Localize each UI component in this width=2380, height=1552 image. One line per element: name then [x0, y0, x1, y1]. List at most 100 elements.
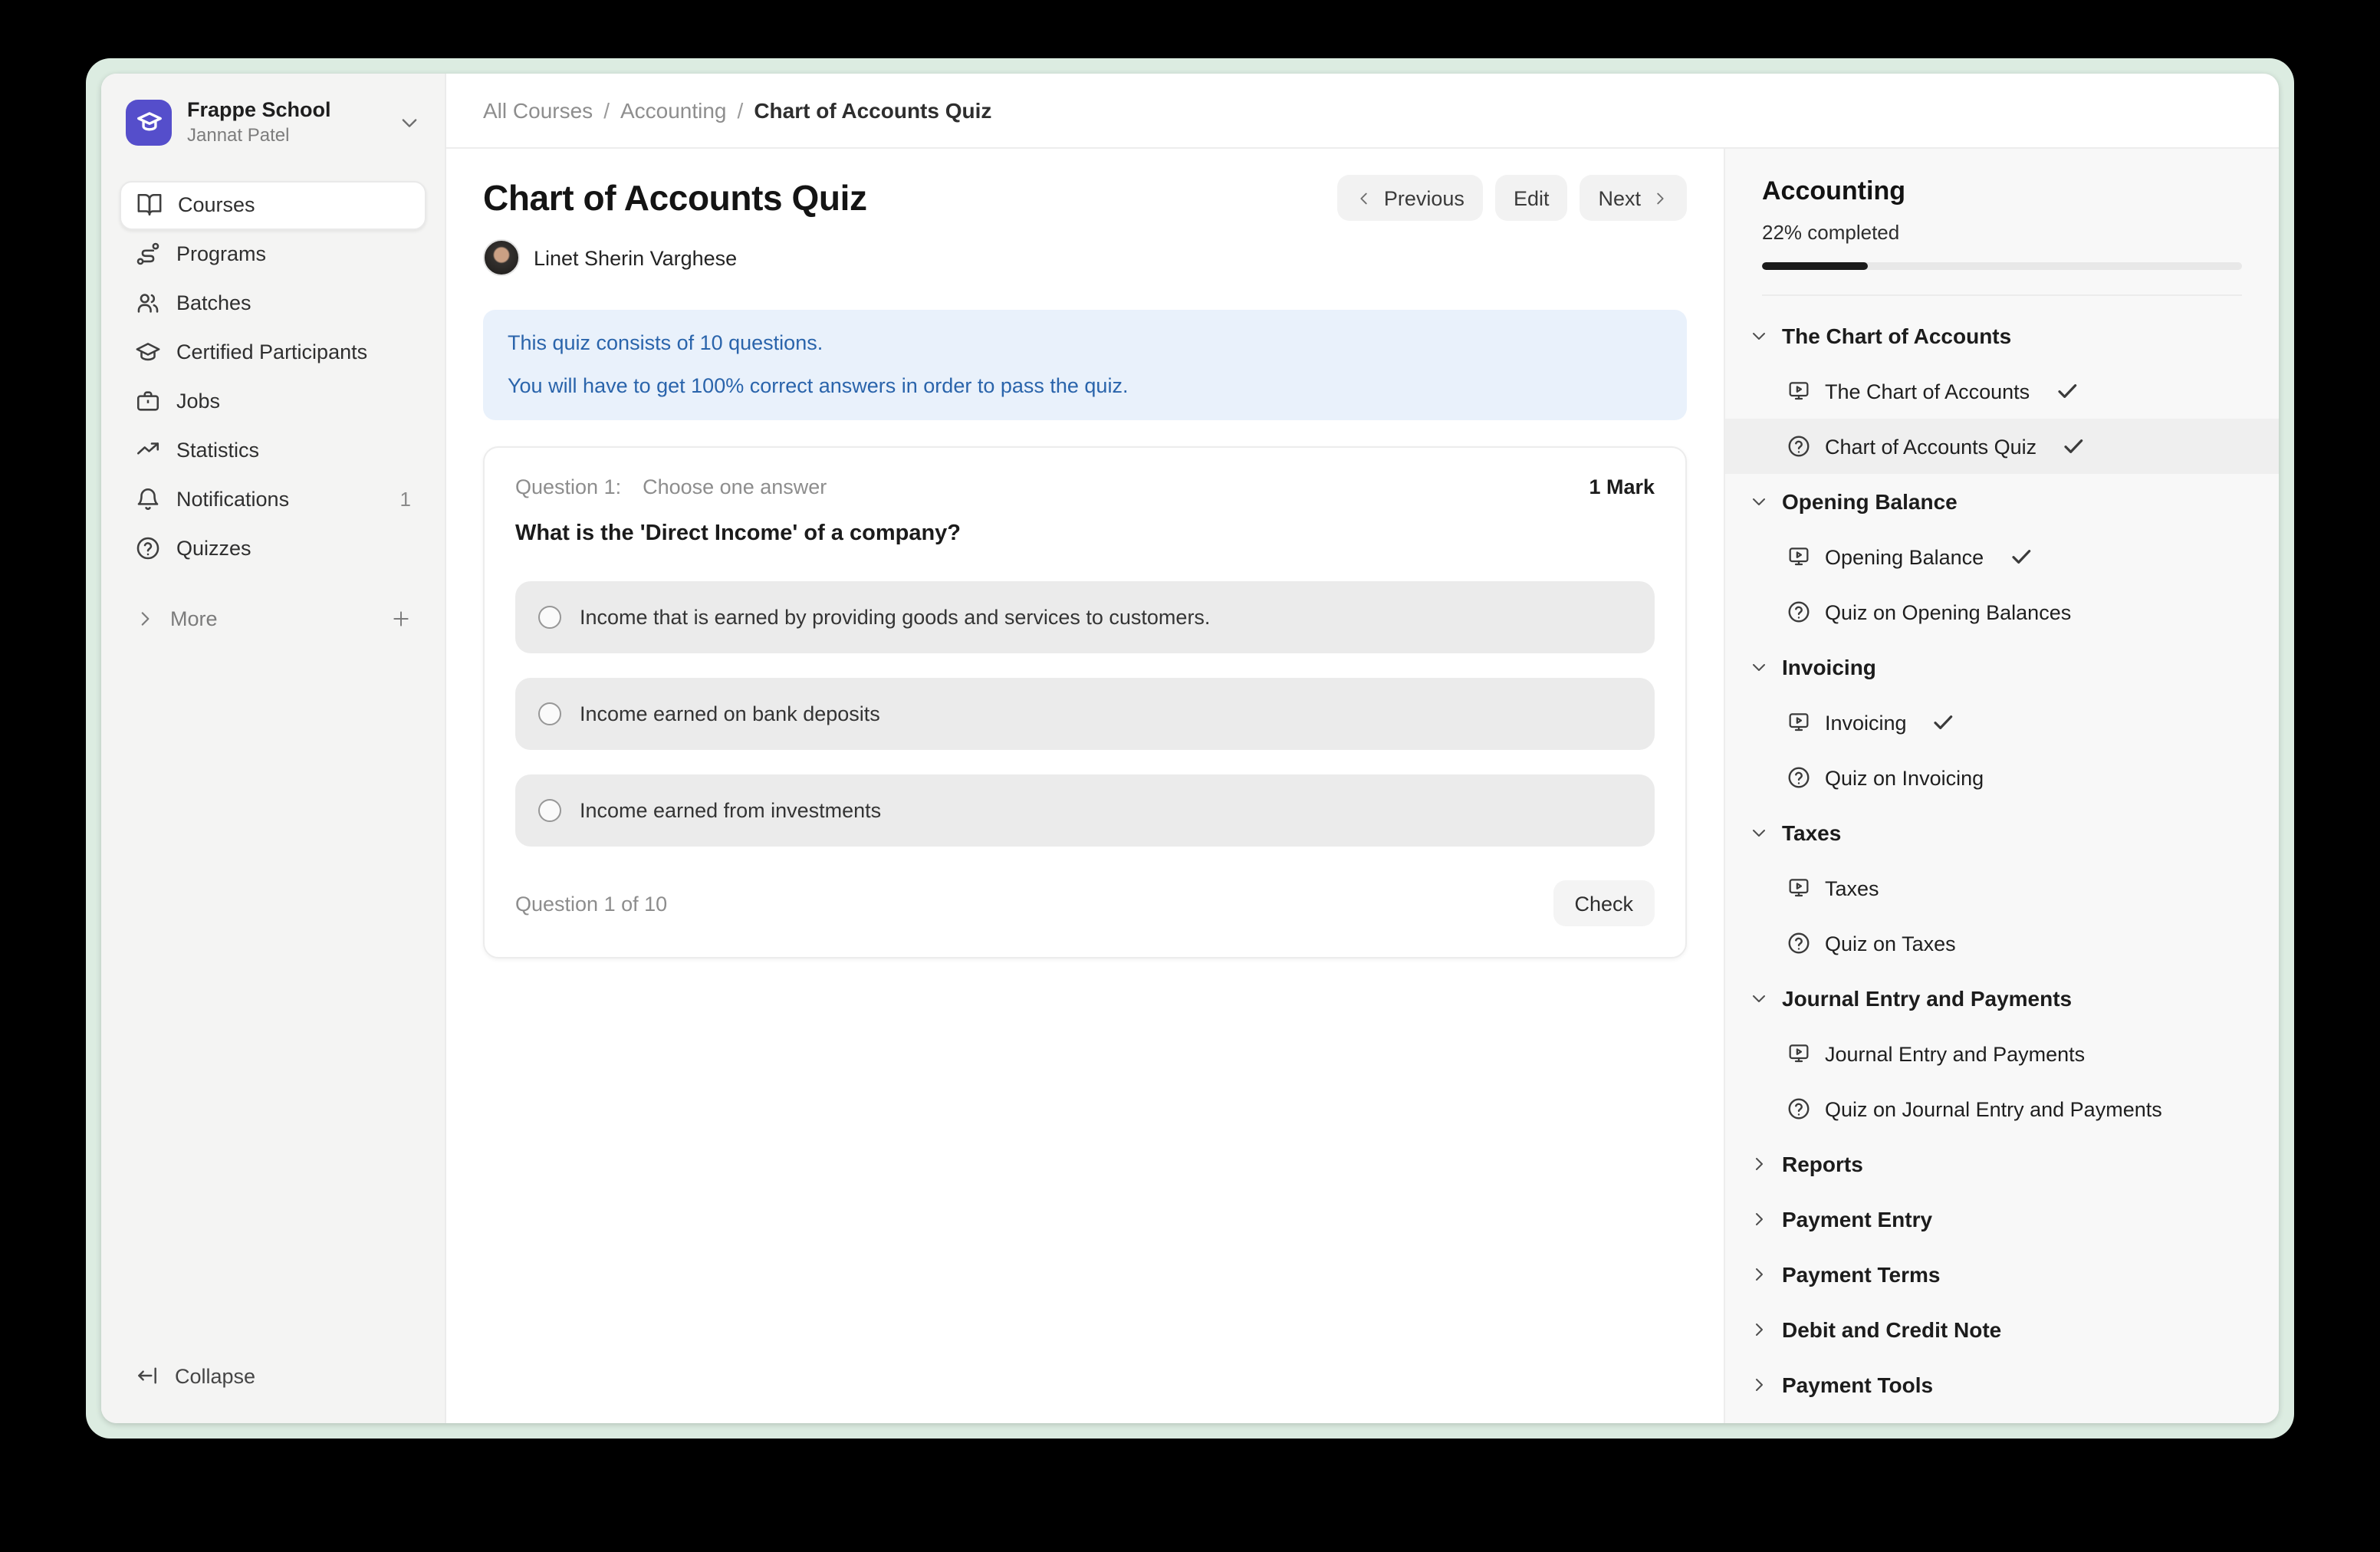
breadcrumb-separator: / — [738, 98, 744, 123]
previous-button[interactable]: Previous — [1338, 175, 1483, 221]
edit-button[interactable]: Edit — [1495, 175, 1568, 221]
lesson-label: Taxes — [1825, 876, 1879, 899]
more-label: More — [170, 608, 218, 631]
page-title: Chart of Accounts Quiz — [483, 177, 867, 219]
outline-section-payment-tools[interactable]: Payment Tools — [1725, 1357, 2279, 1412]
page-actions: Previous Edit Next — [1338, 175, 1687, 221]
radio-button[interactable] — [538, 703, 561, 726]
next-label: Next — [1598, 186, 1641, 209]
collapse-label: Collapse — [175, 1364, 255, 1387]
answer-option-1[interactable]: Income that is earned by providing goods… — [515, 582, 1655, 654]
help-circle-icon — [1787, 434, 1811, 459]
next-button[interactable]: Next — [1580, 175, 1687, 221]
outline-section-reports[interactable]: Reports — [1725, 1136, 2279, 1192]
chevron-down-icon — [399, 112, 420, 133]
question-instruction: Choose one answer — [643, 476, 827, 499]
outline-quiz[interactable]: Quiz on Taxes — [1725, 916, 2279, 971]
sidebar-item-notifications[interactable]: Notifications 1 — [120, 475, 426, 524]
question-text: What is the 'Direct Income' of a company… — [515, 522, 1655, 547]
section-title: Payment Entry — [1782, 1207, 1932, 1231]
lesson-icon — [1787, 544, 1811, 569]
breadcrumb-current: Chart of Accounts Quiz — [754, 98, 991, 123]
outline-lesson[interactable]: Invoicing — [1725, 695, 2279, 750]
sidebar-item-label: Notifications — [176, 488, 289, 511]
title-row: Chart of Accounts Quiz Previous Edit — [483, 175, 1687, 221]
lesson-icon — [1787, 1041, 1811, 1066]
lesson-label: Journal Entry and Payments — [1825, 1042, 2085, 1065]
outline-section-journal-entry[interactable]: Journal Entry and Payments — [1725, 971, 2279, 1026]
question-card: Question 1: Choose one answer 1 Mark Wha… — [483, 447, 1687, 959]
outline-section-payment-terms[interactable]: Payment Terms — [1725, 1247, 2279, 1302]
outline-section-invoicing[interactable]: Invoicing — [1725, 640, 2279, 695]
outline-quiz[interactable]: Quiz on Journal Entry and Payments — [1725, 1081, 2279, 1136]
outline-lesson[interactable]: Taxes — [1725, 860, 2279, 916]
outline-section-chart-of-accounts[interactable]: The Chart of Accounts — [1725, 308, 2279, 363]
radio-button[interactable] — [538, 800, 561, 823]
check-icon — [2061, 434, 2086, 459]
sidebar-item-programs[interactable]: Programs — [120, 230, 426, 279]
sidebar-collapse-button[interactable]: Collapse — [120, 1353, 426, 1399]
sidebar-item-courses[interactable]: Courses — [120, 181, 426, 230]
chevron-down-icon — [1750, 327, 1768, 345]
outline-section-debit-credit-note[interactable]: Debit and Credit Note — [1725, 1302, 2279, 1357]
app-window: Frappe School Jannat Patel Courses Progr… — [86, 58, 2294, 1439]
outline-section-taxes[interactable]: Taxes — [1725, 805, 2279, 860]
chevron-right-icon — [1652, 189, 1668, 206]
outline-quiz[interactable]: Quiz on Invoicing — [1725, 750, 2279, 805]
breadcrumb: All Courses / Accounting / Chart of Acco… — [446, 74, 2279, 149]
section-title: Opening Balance — [1782, 489, 1958, 514]
quiz-notice-banner: This quiz consists of 10 questions. You … — [483, 310, 1687, 421]
outline-lesson[interactable]: Opening Balance — [1725, 529, 2279, 584]
sidebar-item-statistics[interactable]: Statistics — [120, 426, 426, 475]
sidebar-item-label: Batches — [176, 292, 251, 315]
notice-line-2: You will have to get 100% correct answer… — [508, 373, 1662, 400]
sidebar-item-quizzes[interactable]: Quizzes — [120, 524, 426, 574]
chevron-right-icon — [1750, 1376, 1768, 1394]
answer-option-label: Income earned from investments — [580, 800, 881, 823]
answer-option-label: Income earned on bank deposits — [580, 703, 880, 726]
plus-icon[interactable] — [391, 610, 411, 630]
check-icon — [1931, 710, 1956, 735]
answer-option-2[interactable]: Income earned on bank deposits — [515, 679, 1655, 751]
frappe-school-logo — [126, 100, 172, 146]
outline-lesson[interactable]: Journal Entry and Payments — [1725, 1026, 2279, 1081]
users-icon — [135, 291, 161, 317]
breadcrumb-accounting[interactable]: Accounting — [620, 98, 727, 123]
sidebar-item-certified-participants[interactable]: Certified Participants — [120, 328, 426, 377]
quiz-label: Quiz on Opening Balances — [1825, 600, 2071, 623]
route-icon — [135, 242, 161, 268]
main-column: All Courses / Accounting / Chart of Acco… — [446, 74, 2279, 1423]
chevron-right-icon — [1750, 1210, 1768, 1228]
outline-lesson[interactable]: The Chart of Accounts — [1725, 363, 2279, 419]
collapse-sidebar-icon — [135, 1363, 159, 1388]
question-footer: Question 1 of 10 Check — [515, 881, 1655, 927]
section-title: Payment Terms — [1782, 1262, 1940, 1287]
outline-section-opening-balance[interactable]: Opening Balance — [1725, 474, 2279, 529]
help-circle-icon — [1787, 931, 1811, 955]
question-number-label: Question 1: — [515, 476, 621, 499]
check-icon — [2054, 379, 2079, 403]
course-outline-list: The Chart of Accounts The Chart of Accou… — [1725, 296, 2279, 1423]
check-button[interactable]: Check — [1553, 881, 1655, 927]
bell-icon — [135, 487, 161, 513]
breadcrumb-all-courses[interactable]: All Courses — [483, 98, 593, 123]
chevron-left-icon — [1356, 189, 1373, 206]
chevron-down-icon — [1750, 658, 1768, 676]
author-row: Linet Sherin Varghese — [483, 239, 1687, 276]
answer-option-3[interactable]: Income earned from investments — [515, 775, 1655, 847]
outline-section-payment-entry[interactable]: Payment Entry — [1725, 1192, 2279, 1247]
sidebar-item-jobs[interactable]: Jobs — [120, 377, 426, 426]
course-progress-fill — [1762, 262, 1868, 270]
quiz-label: Quiz on Taxes — [1825, 932, 1956, 955]
workspace-labels: Frappe School Jannat Patel — [187, 98, 331, 147]
sidebar-more[interactable]: More — [120, 595, 426, 644]
course-completion-text: 22% completed — [1762, 221, 2242, 244]
lesson-icon — [1787, 710, 1811, 735]
outline-quiz[interactable]: Quiz on Opening Balances — [1725, 584, 2279, 640]
sidebar-item-batches[interactable]: Batches — [120, 279, 426, 328]
workspace-switcher[interactable]: Frappe School Jannat Patel — [120, 95, 426, 150]
check-icon — [2008, 544, 2033, 569]
radio-button[interactable] — [538, 607, 561, 630]
outline-quiz-active[interactable]: Chart of Accounts Quiz — [1725, 419, 2279, 474]
user-name: Jannat Patel — [187, 124, 331, 147]
